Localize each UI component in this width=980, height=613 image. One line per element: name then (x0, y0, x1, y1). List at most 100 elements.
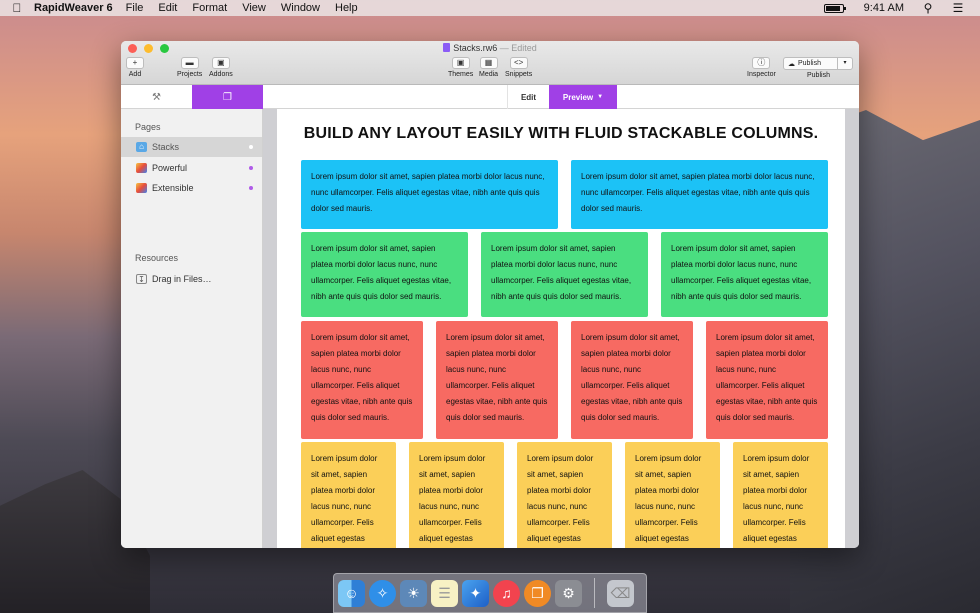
add-label: Add (128, 71, 142, 78)
cloud-icon: ☁ (788, 60, 795, 68)
stacks-icon (136, 163, 147, 173)
menu-format[interactable]: Format (192, 2, 227, 14)
themes-button[interactable]: ▣ Themes (448, 57, 473, 78)
app-window: Stacks.rw6 — Edited + Add ▬ Projects ▣ A… (121, 41, 859, 548)
snippets-button[interactable]: <> Snippets (505, 57, 532, 78)
addons-button[interactable]: ▣ Addons (209, 57, 233, 78)
sidebar-item-stacks[interactable]: ⌂ Stacks (121, 137, 262, 157)
menu-bar:  RapidWeaver 6 File Edit Format View Wi… (0, 0, 980, 16)
sidebar-item-label: Stacks (152, 142, 180, 152)
green-column-1[interactable]: Lorem ipsum dolor sit amet, sapien plate… (301, 232, 468, 317)
pages-icon: ❐ (223, 91, 232, 103)
resources-heading: Resources (135, 253, 179, 263)
status-dot (249, 186, 253, 190)
image-icon: ▦ (479, 57, 498, 69)
projects-button[interactable]: ▬ Projects (177, 57, 202, 78)
notes-icon[interactable]: ☰ (431, 579, 458, 607)
projects-icon: ▬ (180, 57, 199, 69)
menu-file[interactable]: File (126, 2, 144, 14)
battery-icon[interactable] (823, 3, 846, 13)
title-bar: Stacks.rw6 — Edited + Add ▬ Projects ▣ A… (121, 41, 859, 85)
preview-icon[interactable]: ☀ (400, 579, 427, 607)
sidebar: Pages ⌂ Stacks Powerful Extensible Resou… (121, 109, 263, 548)
menu-clock[interactable]: 9:41 AM (864, 2, 904, 14)
blue-column-2[interactable]: Lorem ipsum dolor sit amet, sapien plate… (571, 160, 828, 229)
preview-label: Preview (562, 92, 594, 102)
tab-preview[interactable]: Preview ▼ (549, 85, 617, 109)
sidebar-item-powerful[interactable]: Powerful (121, 158, 262, 178)
itunes-icon[interactable]: ♫ (493, 579, 520, 607)
sidebar-item-label: Extensible (152, 183, 194, 193)
sidebar-item-label: Drag in Files… (152, 274, 212, 284)
menu-help[interactable]: Help (335, 2, 358, 14)
finder-icon[interactable]: ☺ (338, 579, 365, 607)
safari-icon[interactable]: ✧ (369, 579, 396, 607)
spotlight-search-icon[interactable]: ⚲ (920, 1, 936, 15)
red-column-1[interactable]: Lorem ipsum dolor sit amet, sapien plate… (301, 321, 423, 439)
sidebar-item-label: Powerful (152, 163, 188, 173)
yellow-column-5[interactable]: Lorem ipsum dolor sit amet, sapien plate… (733, 442, 828, 548)
inspector-button[interactable]: ⓘ Inspector (747, 57, 776, 78)
plus-icon: + (126, 57, 144, 69)
code-icon: <> (509, 57, 528, 69)
yellow-column-4[interactable]: Lorem ipsum dolor sit amet, sapien plate… (625, 442, 720, 548)
tab-pages[interactable]: ❐ (192, 85, 263, 109)
import-icon: ↧ (136, 274, 147, 284)
apple-icon[interactable]:  (0, 1, 34, 15)
green-column-3[interactable]: Lorem ipsum dolor sit amet, sapien plate… (661, 232, 828, 317)
addons-label: Addons (209, 71, 233, 78)
menu-edit[interactable]: Edit (158, 2, 177, 14)
snippets-label: Snippets (505, 71, 533, 78)
pages-heading: Pages (135, 122, 161, 132)
media-button[interactable]: ▦ Media (479, 57, 498, 78)
themes-icon: ▣ (451, 57, 470, 69)
dock-separator (594, 578, 595, 608)
preview-page: BUILD ANY LAYOUT EASILY WITH FLUID STACK… (277, 109, 845, 548)
media-label: Media (479, 71, 499, 78)
add-button[interactable]: + Add (126, 57, 144, 78)
red-column-4[interactable]: Lorem ipsum dolor sit amet, sapien plate… (706, 321, 828, 439)
green-column-2[interactable]: Lorem ipsum dolor sit amet, sapien plate… (481, 232, 648, 317)
yellow-column-2[interactable]: Lorem ipsum dolor sit amet, sapien plate… (409, 442, 504, 548)
notification-center-icon[interactable]: ☰ (950, 1, 966, 15)
tab-row: ⚒ ❐ Edit Preview ▼ (121, 85, 859, 109)
sidebar-item-extensible[interactable]: Extensible (121, 178, 262, 198)
status-dot (249, 145, 253, 149)
wrench-icon: ⚒ (152, 91, 161, 103)
ibooks-icon[interactable]: ❐ (524, 579, 551, 607)
document-title: Stacks.rw6 — Edited (121, 43, 859, 53)
publish-label: Publish (807, 72, 830, 79)
yellow-column-1[interactable]: Lorem ipsum dolor sit amet, sapien plate… (301, 442, 396, 548)
document-status: Edited (511, 43, 537, 53)
themes-label: Themes (448, 71, 474, 78)
menu-app-name[interactable]: RapidWeaver 6 (34, 2, 113, 14)
document-icon (443, 43, 451, 52)
publish-button[interactable]: ☁ Publish ▾ (783, 57, 853, 70)
chevron-down-icon[interactable]: ▾ (837, 58, 852, 69)
battery-level (825, 5, 841, 11)
puzzle-icon: ▣ (211, 57, 230, 69)
info-icon: ⓘ (752, 57, 771, 69)
tab-settings[interactable]: ⚒ (121, 85, 192, 109)
menu-view[interactable]: View (242, 2, 266, 14)
yellow-column-3[interactable]: Lorem ipsum dolor sit amet, sapien plate… (517, 442, 612, 548)
dock: ☺ ✧ ☀ ☰ ✦ ♫ ❐ ⚙ ⌫ (333, 573, 647, 613)
sidebar-item-drag-files[interactable]: ↧ Drag in Files… (121, 269, 262, 289)
red-column-3[interactable]: Lorem ipsum dolor sit amet, sapien plate… (571, 321, 693, 439)
inspector-label: Inspector (747, 71, 776, 78)
page-heading: BUILD ANY LAYOUT EASILY WITH FLUID STACK… (303, 125, 819, 142)
tab-edit[interactable]: Edit (507, 85, 549, 109)
rapidweaver-icon[interactable]: ✦ (462, 579, 489, 607)
projects-label: Projects (177, 71, 203, 78)
blue-column-1[interactable]: Lorem ipsum dolor sit amet, sapien plate… (301, 160, 558, 229)
system-preferences-icon[interactable]: ⚙ (555, 579, 582, 607)
stacks-icon (136, 183, 147, 193)
chevron-down-icon: ▼ (597, 94, 604, 100)
trash-icon[interactable]: ⌫ (607, 579, 634, 607)
red-column-2[interactable]: Lorem ipsum dolor sit amet, sapien plate… (436, 321, 558, 439)
document-name: Stacks.rw6 (453, 43, 498, 53)
publish-button-label: Publish (798, 60, 821, 67)
preview-canvas: BUILD ANY LAYOUT EASILY WITH FLUID STACK… (263, 109, 859, 548)
home-icon: ⌂ (136, 142, 147, 152)
menu-window[interactable]: Window (281, 2, 320, 14)
